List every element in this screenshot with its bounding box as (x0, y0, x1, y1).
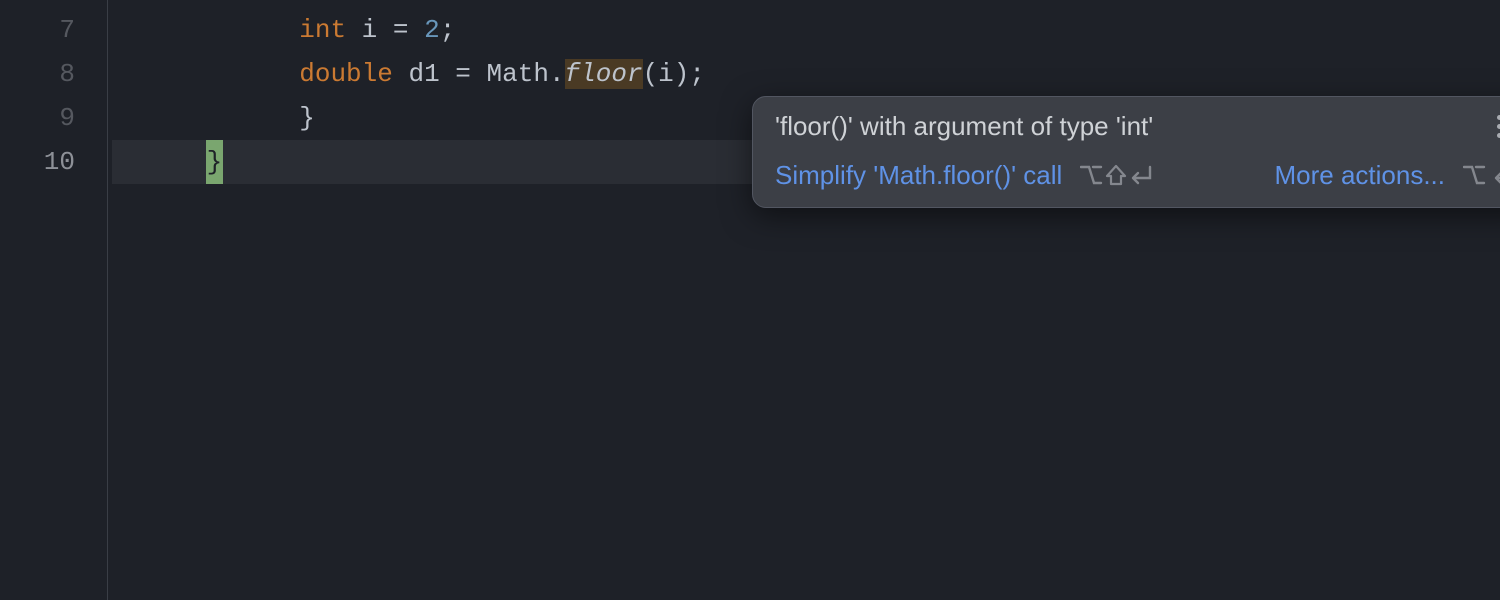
identifier: i (362, 15, 378, 45)
line-number: 9 (0, 96, 107, 140)
code-line[interactable]: int i = 2; (112, 8, 1500, 52)
simplify-action[interactable]: Simplify 'Math.floor()' call (775, 160, 1152, 191)
popup-header: 'floor()' with argument of type 'int' (775, 111, 1500, 142)
code-line[interactable]: double d1 = Math.floor(i); (112, 52, 1500, 96)
more-actions[interactable]: More actions... (1274, 160, 1500, 191)
brace: } (299, 103, 315, 133)
line-number: 7 (0, 8, 107, 52)
inspection-popup: 'floor()' with argument of type 'int' Si… (752, 96, 1500, 208)
identifier: d1 (408, 59, 439, 89)
code-area[interactable]: int i = 2; double d1 = Math.floor(i); } … (112, 0, 1500, 600)
shortcut-alt-enter (1463, 163, 1500, 189)
number-literal: 2 (424, 15, 440, 45)
popup-title: 'floor()' with argument of type 'int' (775, 111, 1153, 142)
shortcut-alt-shift-enter (1080, 163, 1152, 189)
more-actions-label: More actions... (1274, 160, 1445, 191)
keyword: int (299, 15, 346, 45)
more-options-icon[interactable] (1487, 113, 1500, 141)
method-call-highlight: floor (565, 59, 643, 89)
matched-brace: } (206, 140, 224, 184)
simplify-action-label: Simplify 'Math.floor()' call (775, 160, 1062, 191)
keyword: double (299, 59, 393, 89)
line-number: 8 (0, 52, 107, 96)
popup-actions: Simplify 'Math.floor()' call (775, 160, 1500, 191)
code-editor[interactable]: 7 8 9 10 int i = 2; double d1 = Math.flo… (0, 0, 1500, 600)
gutter: 7 8 9 10 (0, 0, 108, 600)
class-ref: Math (487, 59, 549, 89)
line-number-active: 10 (0, 140, 107, 184)
